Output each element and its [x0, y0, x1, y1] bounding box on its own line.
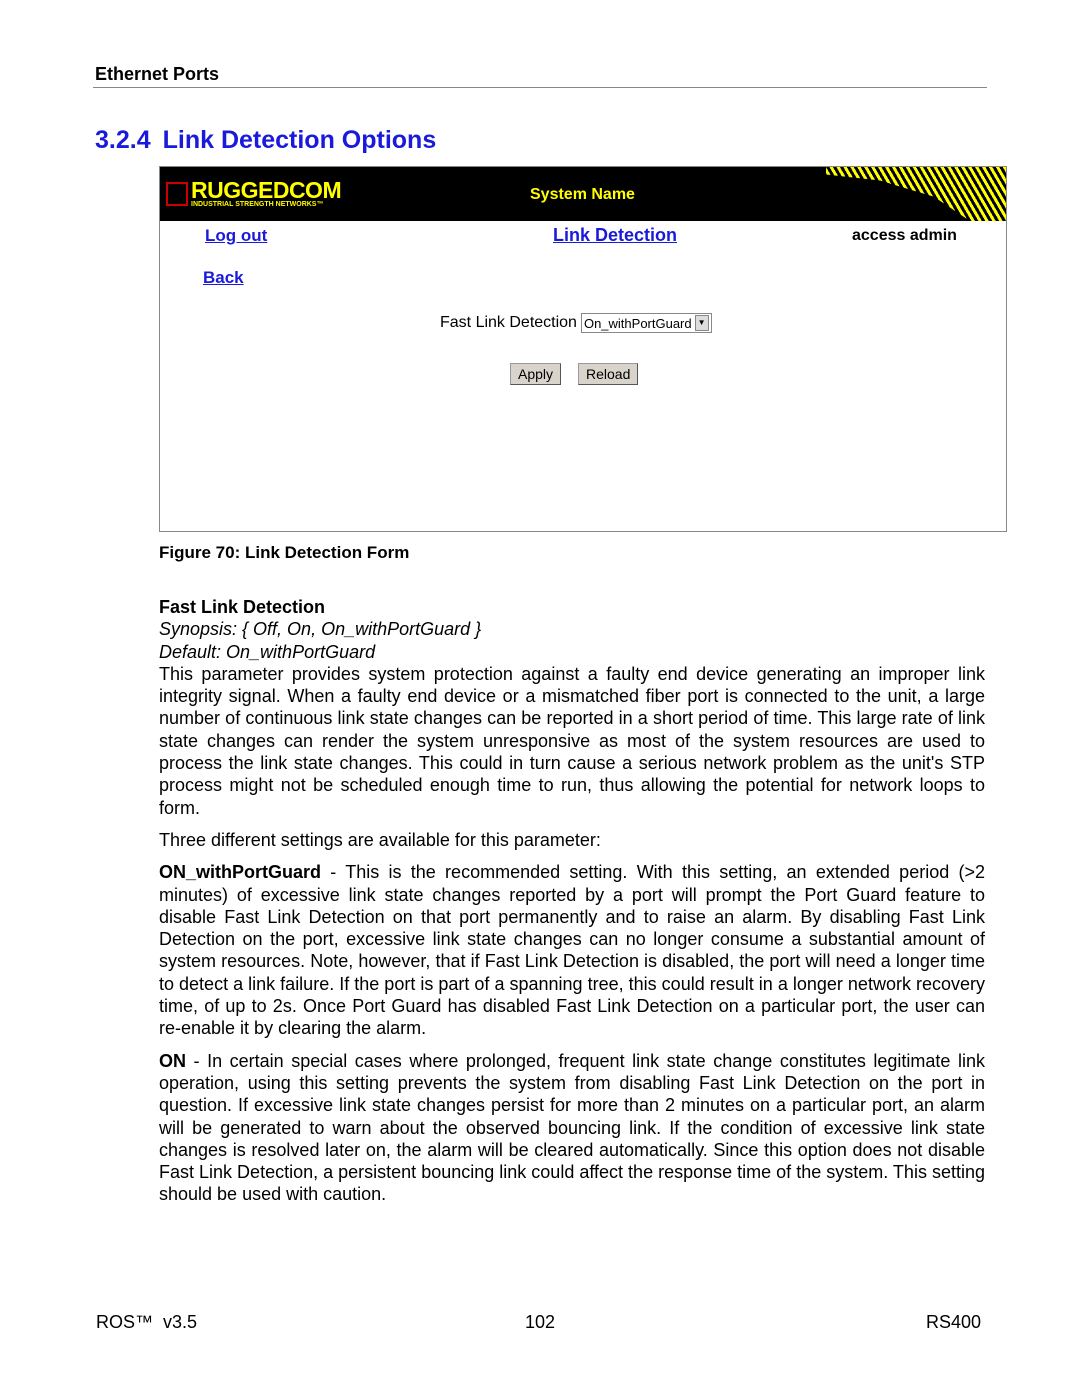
synopsis: Synopsis: { Off, On, On_withPortGuard } — [159, 619, 482, 640]
chevron-down-icon: ▼ — [694, 315, 709, 331]
section-number: 3.2.4 — [95, 126, 151, 154]
select-value: On_withPortGuard — [583, 315, 692, 331]
page: Ethernet Ports 3.2.4 Link Detection Optio… — [0, 0, 1080, 1397]
apply-button[interactable]: Apply — [510, 363, 562, 385]
section-heading: 3.2.4 Link Detection Options — [95, 126, 448, 155]
header-rule — [93, 87, 987, 88]
param-title: Fast Link Detection — [159, 597, 326, 617]
fast-link-detection-select[interactable]: On_withPortGuard ▼ — [580, 313, 712, 333]
back-link[interactable]: Back — [203, 268, 244, 288]
access-level: access admin — [852, 227, 957, 244]
logout-link[interactable]: Log out — [205, 226, 267, 246]
figure-caption: Figure 70: Link Detection Form — [159, 543, 410, 562]
banner: RUGGEDCOM INDUSTRIAL STRENGTH NETWORKS™ S… — [160, 167, 1006, 221]
paragraph: Three different settings are available f… — [159, 829, 601, 850]
paragraph-text: - This is the recommended setting. With … — [159, 862, 985, 1039]
section-title: Link Detection Options — [162, 126, 437, 154]
term: ON_withPortGuard — [159, 862, 322, 883]
page-title-link[interactable]: Link Detection — [553, 225, 677, 246]
stripes-decoration — [826, 167, 1006, 221]
paragraph: This parameter provides system protectio… — [159, 663, 985, 818]
footer-right: RS400 — [926, 1312, 982, 1332]
field-label: Fast Link Detection — [440, 314, 577, 331]
system-name: System Name — [530, 186, 635, 203]
body-text: Fast Link Detection Synopsis: { Off, On,… — [159, 596, 985, 1216]
fast-link-detection-field: Fast Link Detection On_withPortGuard ▼ — [440, 313, 712, 333]
default: Default: On_withPortGuard — [159, 641, 376, 662]
running-header: Ethernet Ports — [95, 64, 220, 84]
logo-icon — [166, 182, 188, 206]
paragraph-text: - In certain special cases where prolong… — [159, 1050, 985, 1205]
term: ON — [159, 1050, 186, 1071]
paragraph: ON_withPortGuard - This is the recommend… — [159, 861, 985, 1039]
paragraph: ON - In certain special cases where prol… — [159, 1050, 985, 1206]
page-number: 102 — [525, 1312, 556, 1332]
footer-left: ROS™ v3.5 — [96, 1312, 198, 1332]
link-detection-form-figure: RUGGEDCOM INDUSTRIAL STRENGTH NETWORKS™ S… — [159, 166, 1007, 532]
logo-tagline: INDUSTRIAL STRENGTH NETWORKS™ — [191, 201, 324, 208]
reload-button[interactable]: Reload — [578, 363, 639, 385]
logo-text: RUGGEDCOM — [191, 177, 342, 203]
ruggedcom-logo: RUGGEDCOM INDUSTRIAL STRENGTH NETWORKS™ — [166, 177, 342, 209]
